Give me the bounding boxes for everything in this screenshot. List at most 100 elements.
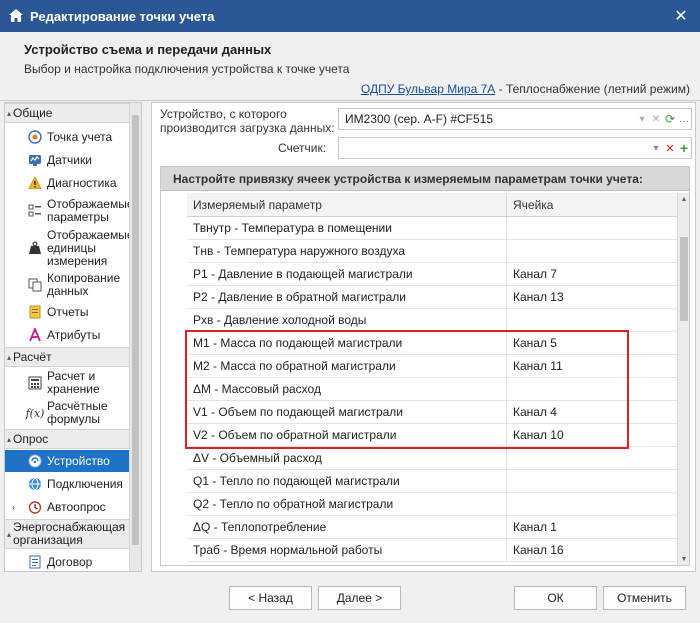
sidebar-item-calc-storage[interactable]: Расчет и хранение <box>5 369 130 397</box>
table-row[interactable]: Тнв - Температура наружного воздуха <box>187 240 677 263</box>
channel-cell[interactable] <box>507 240 677 262</box>
report-icon <box>27 304 43 320</box>
sidebar-item-displayed-units[interactable]: Отображаемые единицы измерения <box>5 228 134 268</box>
table-row[interactable]: V1 - Объем по подающей магистрали Канал 4 <box>187 401 677 424</box>
sidebar-item-attributes[interactable]: Атрибуты <box>5 324 130 346</box>
channel-cell[interactable]: Канал 10 <box>507 424 677 446</box>
scrollbar-thumb[interactable] <box>132 115 139 545</box>
param-cell: ΔM - Массовый расход <box>187 378 507 400</box>
sidebar-item-sensors[interactable]: Датчики <box>5 149 130 171</box>
back-button[interactable]: < Назад <box>229 586 312 610</box>
channel-cell[interactable]: Канал 5 <box>507 332 677 354</box>
sidebar-group-supplier[interactable]: ▴ Энергоснабжающая организация <box>5 519 130 549</box>
column-header-cell[interactable]: Ячейка <box>507 193 677 216</box>
more-icon[interactable]: … <box>677 114 691 125</box>
param-cell: Q1 - Тепло по подающей магистрали <box>187 470 507 492</box>
table-row[interactable]: ΔV - Объемный расход <box>187 447 677 470</box>
sidebar-item-formulas[interactable]: f(x) Расчётные формулы <box>5 399 130 427</box>
scroll-down-icon[interactable]: ▼ <box>678 553 689 565</box>
auto-poll-icon <box>27 499 43 515</box>
column-header-param[interactable]: Измеряемый параметр <box>187 193 507 216</box>
table-row[interactable]: Q2 - Тепло по обратной магистрали <box>187 493 677 516</box>
channel-cell[interactable] <box>507 493 677 515</box>
refresh-icon[interactable]: ⟳ <box>663 112 677 126</box>
dropdown-arrow-icon[interactable]: ▾ <box>649 143 663 154</box>
chevron-right-icon[interactable]: › <box>12 501 15 514</box>
sidebar-item-displayed-params[interactable]: Отображаемые параметры <box>5 197 134 225</box>
sidebar-item-diagnostics[interactable]: Диагностика <box>5 172 130 194</box>
cancel-button[interactable]: Отменить <box>603 586 686 610</box>
meter-point-link[interactable]: ОДПУ Бульвар Мира 7А <box>361 82 495 96</box>
channel-cell[interactable]: Канал 11 <box>507 355 677 377</box>
sidebar-item-label: Отображаемые параметры <box>47 197 134 224</box>
table-row[interactable]: Траб - Время нормальной работы Канал 16 <box>187 539 677 562</box>
sidebar-item-label: Датчики <box>47 152 92 167</box>
channel-cell[interactable]: Канал 7 <box>507 263 677 285</box>
table-row[interactable]: M2 - Масса по обратной магистрали Канал 1… <box>187 355 677 378</box>
sidebar-item-label: Диагностика <box>47 175 117 190</box>
page-header: Устройство съема и передачи данных Выбор… <box>0 32 700 100</box>
table-row[interactable]: M1 - Масса по подающей магистрали Канал 5 <box>187 332 677 355</box>
sidebar-item-label: Атрибуты <box>47 327 101 342</box>
sidebar-scrollbar[interactable] <box>129 103 141 571</box>
channel-cell[interactable] <box>507 378 677 400</box>
sidebar-group-general[interactable]: ▴ Общие <box>5 103 130 123</box>
sidebar-item-label: Расчет и хранение <box>47 369 100 396</box>
sidebar-group-label: Расчёт <box>13 350 52 364</box>
channel-cell[interactable] <box>507 447 677 469</box>
delete-icon[interactable]: ✕ <box>663 142 677 155</box>
collapse-icon: ▴ <box>7 529 12 539</box>
collapse-icon: ▴ <box>7 352 12 362</box>
formula-icon: f(x) <box>25 406 45 420</box>
channel-cell[interactable]: Канал 4 <box>507 401 677 423</box>
weight-icon <box>27 240 43 256</box>
page-title: Устройство съема и передачи данных <box>24 42 272 57</box>
close-icon[interactable]: ✕ <box>666 0 696 32</box>
meter-point-caption: ОДПУ Бульвар Мира 7А - Теплоснабжение (л… <box>361 82 690 96</box>
table-row[interactable]: Твнутр - Температура в помещении <box>187 217 677 240</box>
grid-scrollbar[interactable]: ▲ ▼ <box>677 193 689 565</box>
add-icon[interactable]: + <box>677 140 691 156</box>
sidebar-item-auto-poll[interactable]: › Автоопрос <box>5 496 130 518</box>
channel-cell[interactable] <box>507 470 677 492</box>
clear-icon[interactable]: ✕ <box>649 114 663 125</box>
channel-cell[interactable] <box>507 217 677 239</box>
connections-icon <box>27 476 43 492</box>
main-panel: Устройство, с которого производится загр… <box>151 102 696 572</box>
sidebar-item-connections[interactable]: Подключения <box>5 473 130 495</box>
sidebar-item-copy-data-entry[interactable]: Копирование данных <box>5 271 130 299</box>
sidebar-item-device[interactable]: Устройство <box>5 450 130 472</box>
channel-cell[interactable]: Канал 16 <box>507 539 677 561</box>
table-row[interactable]: Pхв - Давление холодной воды <box>187 309 677 332</box>
scroll-up-icon[interactable]: ▲ <box>678 193 689 207</box>
window-title: Редактирование точки учета <box>30 8 215 24</box>
ok-button[interactable]: ОК <box>514 586 597 610</box>
table-row[interactable]: ΔM - Массовый расход <box>187 378 677 401</box>
table-row[interactable]: Q1 - Тепло по подающей магистрали <box>187 470 677 493</box>
table-row[interactable]: P1 - Давление в подающей магистрали Канал… <box>187 263 677 286</box>
channel-cell[interactable]: Канал 1 <box>507 516 677 538</box>
channel-cell[interactable] <box>507 309 677 331</box>
sidebar-item-meter-point[interactable]: Точка учета <box>5 126 130 148</box>
param-cell: ΔQ - Теплопотребление <box>187 516 507 538</box>
sidebar-group-calculation[interactable]: ▴ Расчёт <box>5 347 130 367</box>
attributes-icon <box>27 327 43 343</box>
sidebar-item-label: Устройство <box>47 453 110 468</box>
sidebar-group-polling[interactable]: ▴ Опрос <box>5 429 130 449</box>
table-row[interactable]: P2 - Давление в обратной магистрали Канал… <box>187 286 677 309</box>
table-row[interactable]: ΔQ - Теплопотребление Канал 1 <box>187 516 677 539</box>
device-combobox[interactable]: ИМ2300 (сер. А-F) #CF515 ▾ ✕ ⟳ … <box>338 108 692 130</box>
param-cell: Тнв - Температура наружного воздуха <box>187 240 507 262</box>
collapse-icon: ▴ <box>7 108 12 118</box>
sidebar-item-contract[interactable]: Договор <box>5 551 130 571</box>
collapse-icon: ▴ <box>7 434 12 444</box>
scrollbar-thumb[interactable] <box>680 237 688 321</box>
sidebar-item-reports[interactable]: Отчеты <box>5 301 130 323</box>
header-divider <box>0 100 700 101</box>
dropdown-arrow-icon[interactable]: ▾ <box>635 114 649 125</box>
next-button[interactable]: Далее > <box>318 586 401 610</box>
sidebar-list: ▴ Общие Точка учета Датчики Диагностика <box>5 103 134 571</box>
table-row[interactable]: V2 - Объем по обратной магистрали Канал 1… <box>187 424 677 447</box>
channel-cell[interactable]: Канал 13 <box>507 286 677 308</box>
counter-combobox[interactable]: ▾ ✕ + <box>338 137 692 159</box>
